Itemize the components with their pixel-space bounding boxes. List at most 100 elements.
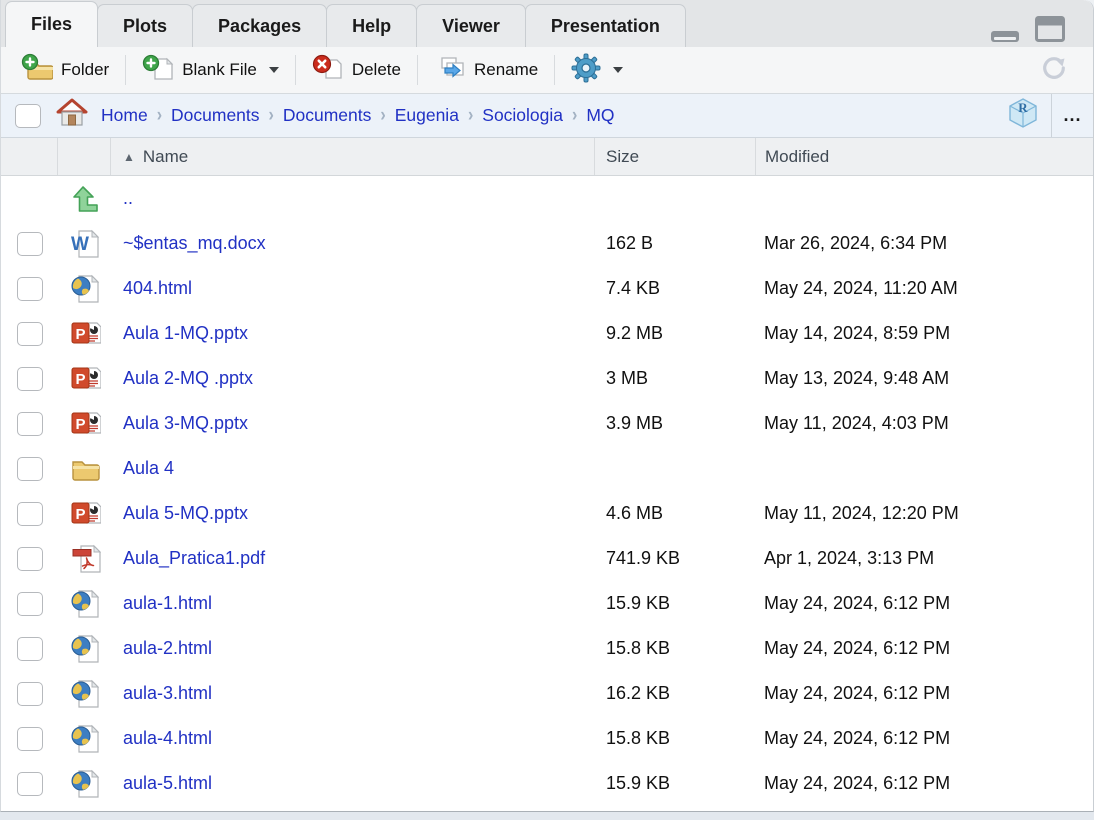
svg-text:W: W (71, 234, 89, 255)
table-row: PAula 5-MQ.pptx4.6 MBMay 11, 2024, 12:20… (1, 491, 1093, 536)
row-checkbox[interactable] (17, 727, 43, 751)
file-size: 4.6 MB (595, 503, 755, 524)
row-checkbox[interactable] (17, 412, 43, 436)
table-row: aula-5.html15.9 KBMay 24, 2024, 6:12 PM (1, 761, 1093, 806)
more-file-commands-button[interactable] (561, 49, 633, 92)
file-link[interactable]: Aula 5-MQ.pptx (111, 503, 248, 523)
svg-text:P: P (75, 371, 85, 388)
header-icon-column (58, 138, 111, 175)
file-modified: May 13, 2024, 9:48 AM (755, 368, 1094, 389)
file-modified: May 24, 2024, 6:12 PM (755, 593, 1094, 614)
refresh-icon[interactable] (1039, 53, 1069, 88)
blank-file-label: Blank File (182, 60, 257, 80)
tab-files[interactable]: Files (5, 1, 98, 47)
minimize-icon[interactable] (991, 29, 1019, 47)
file-size: 15.8 KB (595, 638, 755, 659)
file-link[interactable]: aula-2.html (111, 638, 212, 658)
breadcrumb-item-home[interactable]: Home (101, 105, 148, 126)
svg-text:P: P (75, 506, 85, 523)
table-row: 404.html7.4 KBMay 24, 2024, 11:20 AM (1, 266, 1093, 311)
delete-button[interactable]: Delete (302, 49, 411, 92)
row-checkbox[interactable] (17, 502, 43, 526)
tab-packages[interactable]: Packages (192, 4, 327, 47)
r-project-icon[interactable]: R (1007, 96, 1039, 135)
breadcrumb-item-documents[interactable]: Documents (171, 105, 260, 126)
word-icon: W (69, 227, 101, 261)
file-link[interactable]: Aula 3-MQ.pptx (111, 413, 248, 433)
rename-icon (434, 53, 466, 88)
breadcrumb-chevron-icon: › (157, 105, 162, 127)
file-link[interactable]: aula-4.html (111, 728, 212, 748)
ellipsis-button[interactable]: ... (1051, 94, 1093, 137)
row-checkbox[interactable] (17, 637, 43, 661)
file-modified: May 24, 2024, 6:12 PM (755, 683, 1094, 704)
file-link[interactable]: aula-1.html (111, 593, 212, 613)
powerpoint-icon: P (69, 362, 101, 396)
html-icon (69, 632, 101, 666)
tab-help[interactable]: Help (326, 4, 417, 47)
table-row: PAula 1-MQ.pptx9.2 MBMay 14, 2024, 8:59 … (1, 311, 1093, 356)
breadcrumb-item-eugenia[interactable]: Eugenia (395, 105, 459, 126)
file-link[interactable]: Aula_Pratica1.pdf (111, 548, 265, 568)
file-link[interactable]: aula-3.html (111, 683, 212, 703)
header-name[interactable]: ▲ Name (111, 138, 595, 175)
html-icon (69, 587, 101, 621)
home-icon[interactable] (55, 97, 89, 134)
header-size[interactable]: Size (594, 138, 755, 175)
row-checkbox[interactable] (17, 232, 43, 256)
blank-file-caret-icon (269, 67, 279, 73)
rename-label: Rename (474, 60, 538, 80)
blank-file-button[interactable]: Blank File (132, 49, 289, 92)
file-link[interactable]: 404.html (111, 278, 192, 298)
file-list: ..W~$entas_mq.docx162 BMar 26, 2024, 6:3… (1, 176, 1093, 812)
pdf-icon (69, 542, 101, 576)
table-header: ▲ Name Size Modified (1, 138, 1093, 176)
file-size: 15.9 KB (595, 593, 755, 614)
files-toolbar: Folder Blank File (1, 47, 1093, 94)
row-checkbox[interactable] (17, 457, 43, 481)
toolbar-separator (125, 55, 126, 85)
file-link[interactable]: ~$entas_mq.docx (111, 233, 266, 253)
tab-viewer[interactable]: Viewer (416, 4, 526, 47)
rename-button[interactable]: Rename (424, 49, 548, 92)
new-folder-button[interactable]: Folder (11, 49, 119, 92)
row-checkbox[interactable] (17, 772, 43, 796)
breadcrumb-chevron-icon: › (468, 105, 473, 127)
tab-presentation[interactable]: Presentation (525, 4, 686, 47)
table-row: .. (1, 176, 1093, 221)
file-size: 7.4 KB (595, 278, 755, 299)
pane-gap (0, 812, 1094, 820)
row-checkbox[interactable] (17, 277, 43, 301)
path-bar: Home›Documents›Documents›Eugenia›Sociolo… (1, 94, 1093, 138)
file-link[interactable]: Aula 2-MQ .pptx (111, 368, 253, 388)
file-link[interactable]: Aula 1-MQ.pptx (111, 323, 248, 343)
window-controls (991, 16, 1065, 47)
breadcrumb-item-sociologia[interactable]: Sociologia (482, 105, 563, 126)
row-checkbox[interactable] (17, 322, 43, 346)
row-checkbox[interactable] (17, 682, 43, 706)
tab-plots[interactable]: Plots (97, 4, 193, 47)
maximize-icon[interactable] (1035, 16, 1065, 47)
file-size: 16.2 KB (595, 683, 755, 704)
table-row: Aula 4 (1, 446, 1093, 491)
breadcrumb-chevron-icon: › (572, 105, 577, 127)
file-size: 15.8 KB (595, 728, 755, 749)
file-link[interactable]: aula-5.html (111, 773, 212, 793)
row-checkbox[interactable] (17, 547, 43, 571)
toolbar-separator (417, 55, 418, 85)
breadcrumb-item-mq[interactable]: MQ (586, 105, 614, 126)
breadcrumb-item-documents[interactable]: Documents (283, 105, 372, 126)
file-link[interactable]: Aula 4 (111, 458, 174, 478)
files-pane: FilesPlotsPackagesHelpViewerPresentation… (0, 0, 1094, 812)
new-folder-label: Folder (61, 60, 109, 80)
file-size: 3.9 MB (595, 413, 755, 434)
select-all-checkbox[interactable] (15, 104, 41, 128)
table-row: PAula 3-MQ.pptx3.9 MBMay 11, 2024, 4:03 … (1, 401, 1093, 446)
header-modified[interactable]: Modified (755, 138, 1094, 175)
row-checkbox[interactable] (17, 592, 43, 616)
svg-text:R: R (1018, 100, 1028, 115)
file-link[interactable]: .. (111, 188, 133, 208)
row-checkbox[interactable] (17, 367, 43, 391)
html-icon (69, 722, 101, 756)
powerpoint-icon: P (69, 497, 101, 531)
